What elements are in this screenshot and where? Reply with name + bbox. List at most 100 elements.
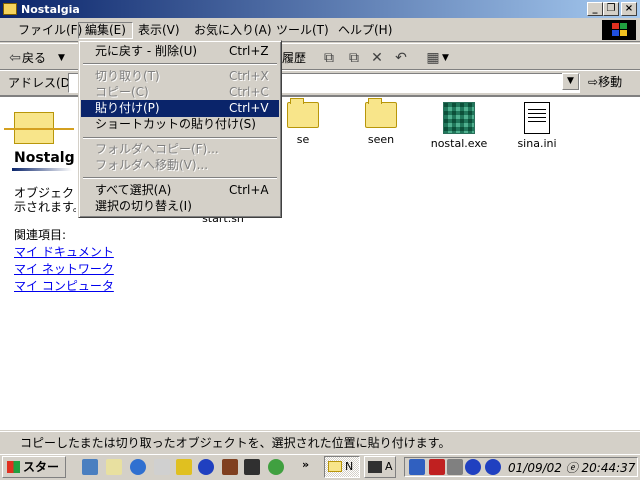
minimize-button[interactable]: _ <box>587 2 603 16</box>
file-item-seen[interactable]: seen <box>346 98 416 146</box>
menu-item-copy: コピー(C) Ctrl+C <box>81 84 279 101</box>
description-line: 示されます。 <box>14 200 76 214</box>
menu-item-label: すべて選択(A) <box>95 183 172 197</box>
ie-icon[interactable] <box>130 459 146 475</box>
folder-name-heading: Nostalg <box>14 150 75 166</box>
start-button[interactable]: スタート <box>2 456 66 478</box>
media-player-icon[interactable] <box>176 459 192 475</box>
status-text: コピーしたまたは切り取ったオブジェクトを、選択された位置に貼り付けます。 <box>20 436 451 450</box>
task-button-nostalgia[interactable]: N <box>324 456 360 478</box>
globe-icon[interactable] <box>268 459 284 475</box>
window-title: Nostalgia <box>21 2 80 16</box>
status-bar: コピーしたまたは切り取ったオブジェクトを、選択された位置に貼り付けます。 <box>0 431 640 453</box>
desktop-icon[interactable] <box>82 459 98 475</box>
menu-item-select-all[interactable]: すべて選択(A) Ctrl+A <box>81 182 279 199</box>
menu-edit[interactable]: 編集(E) <box>78 22 133 39</box>
shortcut-label: Ctrl+V <box>229 101 269 115</box>
menu-file[interactable]: ファイル(F) <box>12 22 88 39</box>
executable-icon <box>443 102 475 134</box>
heading-divider <box>12 168 72 171</box>
menu-help[interactable]: ヘルプ(H) <box>332 22 398 39</box>
more-chevron-icon[interactable]: » <box>302 458 309 471</box>
menu-item-undo[interactable]: 元に戻す - 削除(U) Ctrl+Z <box>81 43 279 60</box>
menu-separator <box>83 63 277 65</box>
eye-icon[interactable] <box>198 459 214 475</box>
back-dropdown-icon[interactable]: ▼ <box>58 48 65 68</box>
menu-item-paste-shortcut[interactable]: ショートカットの貼り付け(S) <box>81 116 279 133</box>
views-dropdown-icon[interactable]: ▼ <box>442 48 449 68</box>
file-label: sina.ini <box>517 137 557 150</box>
address-dropdown-icon[interactable]: ▼ <box>562 73 579 90</box>
explorer-icon[interactable] <box>154 459 170 475</box>
task-button-a[interactable]: A <box>364 456 396 478</box>
restore-button[interactable]: ❐ <box>603 2 619 16</box>
link-my-documents[interactable]: マイ ドキュメント <box>14 243 114 260</box>
file-label: seen <box>367 133 395 146</box>
windows-flag-icon <box>7 461 20 473</box>
pen-icon[interactable] <box>429 459 445 475</box>
eye-tray-icon[interactable] <box>485 459 501 475</box>
history-button[interactable]: 履歴 <box>282 48 306 68</box>
copy-to-icon[interactable]: ⧉ <box>345 49 363 67</box>
views-icon[interactable]: ▦ <box>424 49 442 67</box>
image-viewer-icon[interactable] <box>244 459 260 475</box>
description-line: オブジェクトを <box>14 186 76 200</box>
app-icon <box>368 461 382 473</box>
shortcut-label: Ctrl+Z <box>229 44 269 58</box>
folder-icon <box>287 98 319 128</box>
ime-icon[interactable] <box>409 459 425 475</box>
title-bar[interactable]: Nostalgia _ ❐ × <box>0 0 640 18</box>
menu-item-invert-selection[interactable]: 選択の切り替え(I) <box>81 198 279 215</box>
file-item-nostal-exe[interactable]: nostal.exe <box>424 102 494 150</box>
folder-icon <box>3 3 17 15</box>
delete-icon[interactable]: ✕ <box>368 49 386 67</box>
large-folder-icon <box>4 104 74 148</box>
undo-icon[interactable]: ↶ <box>392 49 410 67</box>
address-label: アドレス(D) <box>8 76 75 90</box>
task-label: A <box>385 460 393 473</box>
clock[interactable]: 01/09/02 ⓔ 20:44:37 <box>508 459 635 476</box>
menu-separator <box>83 177 277 179</box>
close-button[interactable]: × <box>621 2 637 16</box>
menu-item-label: 選択の切り替え(I) <box>95 199 192 213</box>
link-my-computer[interactable]: マイ コンピュータ <box>14 277 114 294</box>
menu-item-copy-to-folder: フォルダへコピー(F)... <box>81 141 279 158</box>
menu-item-label: コピー(C) <box>95 85 149 99</box>
menu-item-label: 貼り付け(P) <box>95 101 160 115</box>
start-label: スタート <box>23 460 60 474</box>
menu-item-paste[interactable]: 貼り付け(P) Ctrl+V <box>81 100 279 117</box>
menu-tools[interactable]: ツール(T) <box>270 22 335 39</box>
menu-item-label: フォルダへコピー(F)... <box>95 142 219 156</box>
menu-favorites[interactable]: お気に入り(A) <box>188 22 278 39</box>
shortcut-label: Ctrl+X <box>229 69 269 83</box>
menu-item-cut: 切り取り(T) Ctrl+X <box>81 68 279 85</box>
go-arrow-icon: ⇨ <box>588 75 599 89</box>
character-icon[interactable] <box>222 459 238 475</box>
shortcut-label: Ctrl+A <box>229 183 269 197</box>
menu-view[interactable]: 表示(V) <box>132 22 186 39</box>
menu-bar: ファイル(F) 編集(E) 表示(V) お気に入り(A) ツール(T) ヘルプ(… <box>0 18 640 42</box>
shortcut-label: Ctrl+C <box>229 85 269 99</box>
menu-item-move-to-folder: フォルダへ移動(V)... <box>81 157 279 174</box>
menu-item-label: 元に戻す - 削除(U) <box>95 44 198 58</box>
menu-item-label: フォルダへ移動(V)... <box>95 158 209 172</box>
notepad-icon[interactable] <box>106 459 122 475</box>
back-button[interactable]: 戻る <box>22 48 46 68</box>
move-to-icon[interactable]: ⧉ <box>320 49 338 67</box>
network-icon[interactable] <box>447 459 463 475</box>
menu-item-label: ショートカットの貼り付け(S) <box>95 117 256 131</box>
folder-icon <box>328 461 342 472</box>
menu-item-label: 切り取り(T) <box>95 69 160 83</box>
file-item-sina-ini[interactable]: sina.ini <box>502 102 572 150</box>
link-my-network[interactable]: マイ ネットワーク <box>14 260 114 277</box>
edit-menu-dropdown: 元に戻す - 削除(U) Ctrl+Z 切り取り(T) Ctrl+X コピー(C) C… <box>78 40 282 218</box>
windows-logo-icon <box>602 20 636 40</box>
related-label: 関連項目: <box>14 228 67 242</box>
menu-separator <box>83 137 277 139</box>
go-label: 移動 <box>598 75 623 89</box>
folder-icon <box>365 98 397 128</box>
task-label: N <box>345 460 354 473</box>
volume-icon[interactable] <box>465 459 481 475</box>
settings-file-icon <box>524 102 550 134</box>
go-button[interactable]: ⇨移動 <box>588 73 636 91</box>
